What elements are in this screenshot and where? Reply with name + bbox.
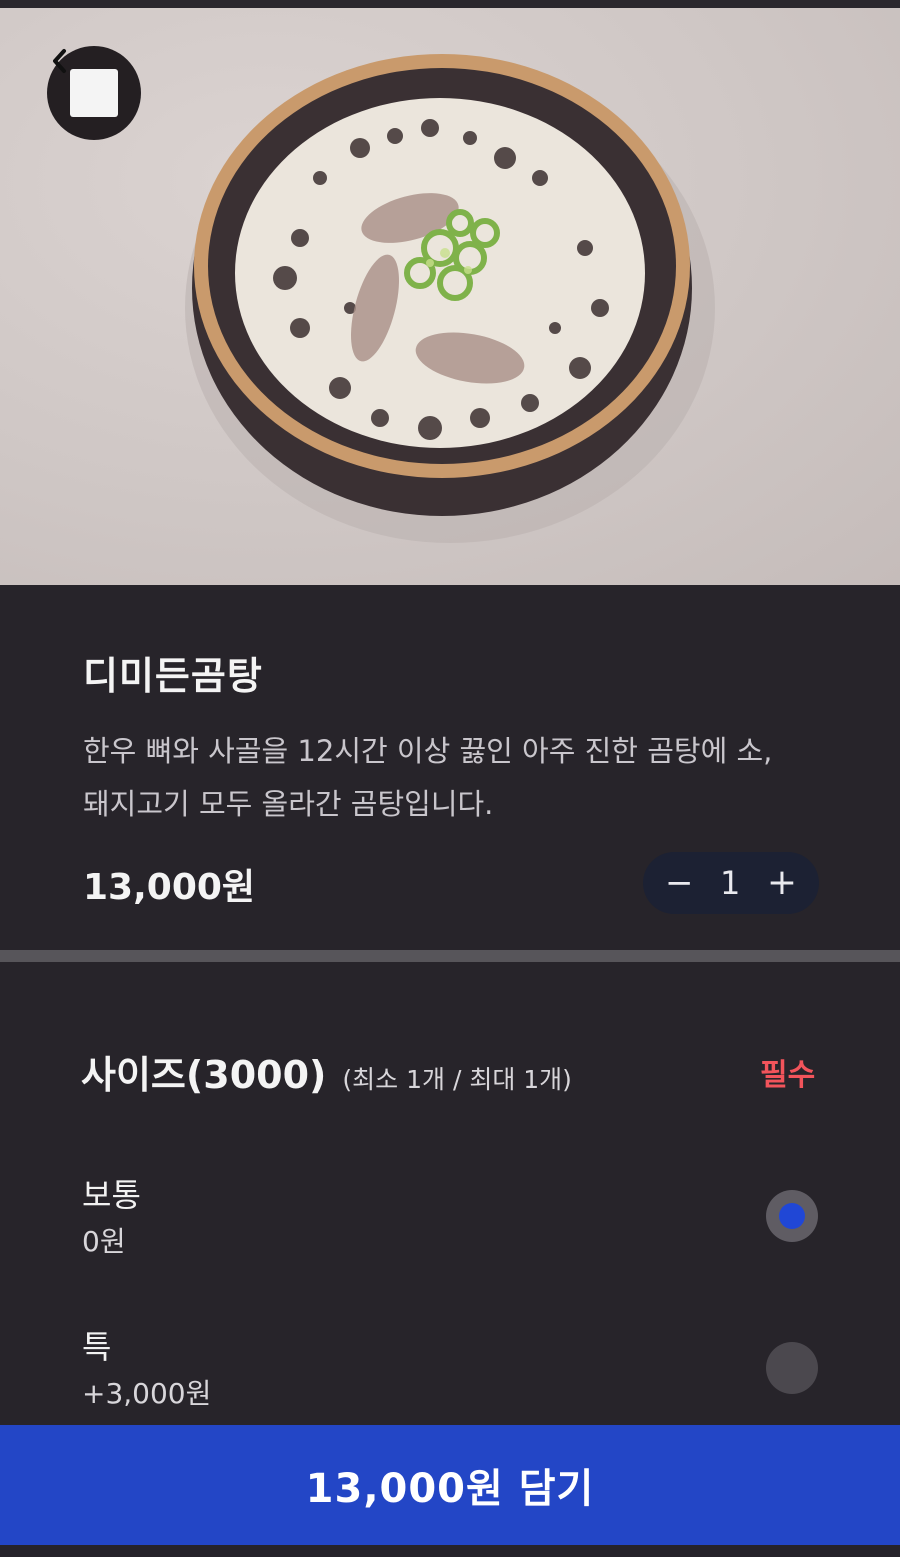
description-line-1: 한우 뼈와 사골을 12시간 이상 끓인 아주 진한 곰탕에 소,: [83, 734, 773, 768]
option-group-size: 사이즈(3000) (최소 1개 / 최대 1개) 필수 보통 0원 특 +3,…: [0, 962, 900, 1425]
product-image: [0, 8, 900, 585]
option-group-title: 사이즈(3000): [81, 1053, 327, 1097]
increase-quantity-button[interactable]: +: [767, 865, 797, 901]
description-line-2: 돼지고기 모두 올라간 곰탕입니다.: [83, 787, 494, 821]
back-button[interactable]: [47, 46, 141, 140]
chevron-left-icon: [53, 49, 118, 117]
bottom-strip: [0, 1545, 900, 1557]
option-choice-name: 특: [82, 1328, 112, 1366]
required-badge: 필수: [760, 1058, 816, 1093]
product-info: 디미든곰탕 한우 뼈와 사골을 12시간 이상 끓인 아주 진한 곰탕에 소, …: [0, 585, 900, 950]
decrease-quantity-button[interactable]: −: [665, 866, 694, 900]
product-title: 디미든곰탕: [83, 654, 263, 698]
option-group-limit: (최소 1개 / 최대 1개): [342, 1065, 572, 1094]
option-radio-regular[interactable]: [766, 1190, 818, 1242]
top-strip: [0, 0, 900, 8]
add-to-cart-button[interactable]: 13,000원 담기: [0, 1425, 900, 1545]
option-choice-price: +3,000원: [82, 1377, 212, 1410]
option-group-header: 사이즈(3000) (최소 1개 / 최대 1개): [81, 1044, 572, 1099]
option-choice-regular[interactable]: 보통 0원: [82, 1172, 822, 1272]
quantity-stepper: − 1 +: [643, 852, 819, 914]
product-price: 13,000원: [83, 867, 256, 908]
option-radio-special[interactable]: [766, 1342, 818, 1394]
option-choice-name: 보통: [82, 1176, 141, 1214]
option-choice-price: 0원: [82, 1225, 126, 1258]
option-choice-special[interactable]: 특 +3,000원: [82, 1324, 822, 1424]
quantity-value: 1: [719, 864, 741, 902]
product-description: 한우 뼈와 사골을 12시간 이상 끓인 아주 진한 곰탕에 소, 돼지고기 모…: [83, 725, 823, 831]
section-divider: [0, 950, 900, 962]
